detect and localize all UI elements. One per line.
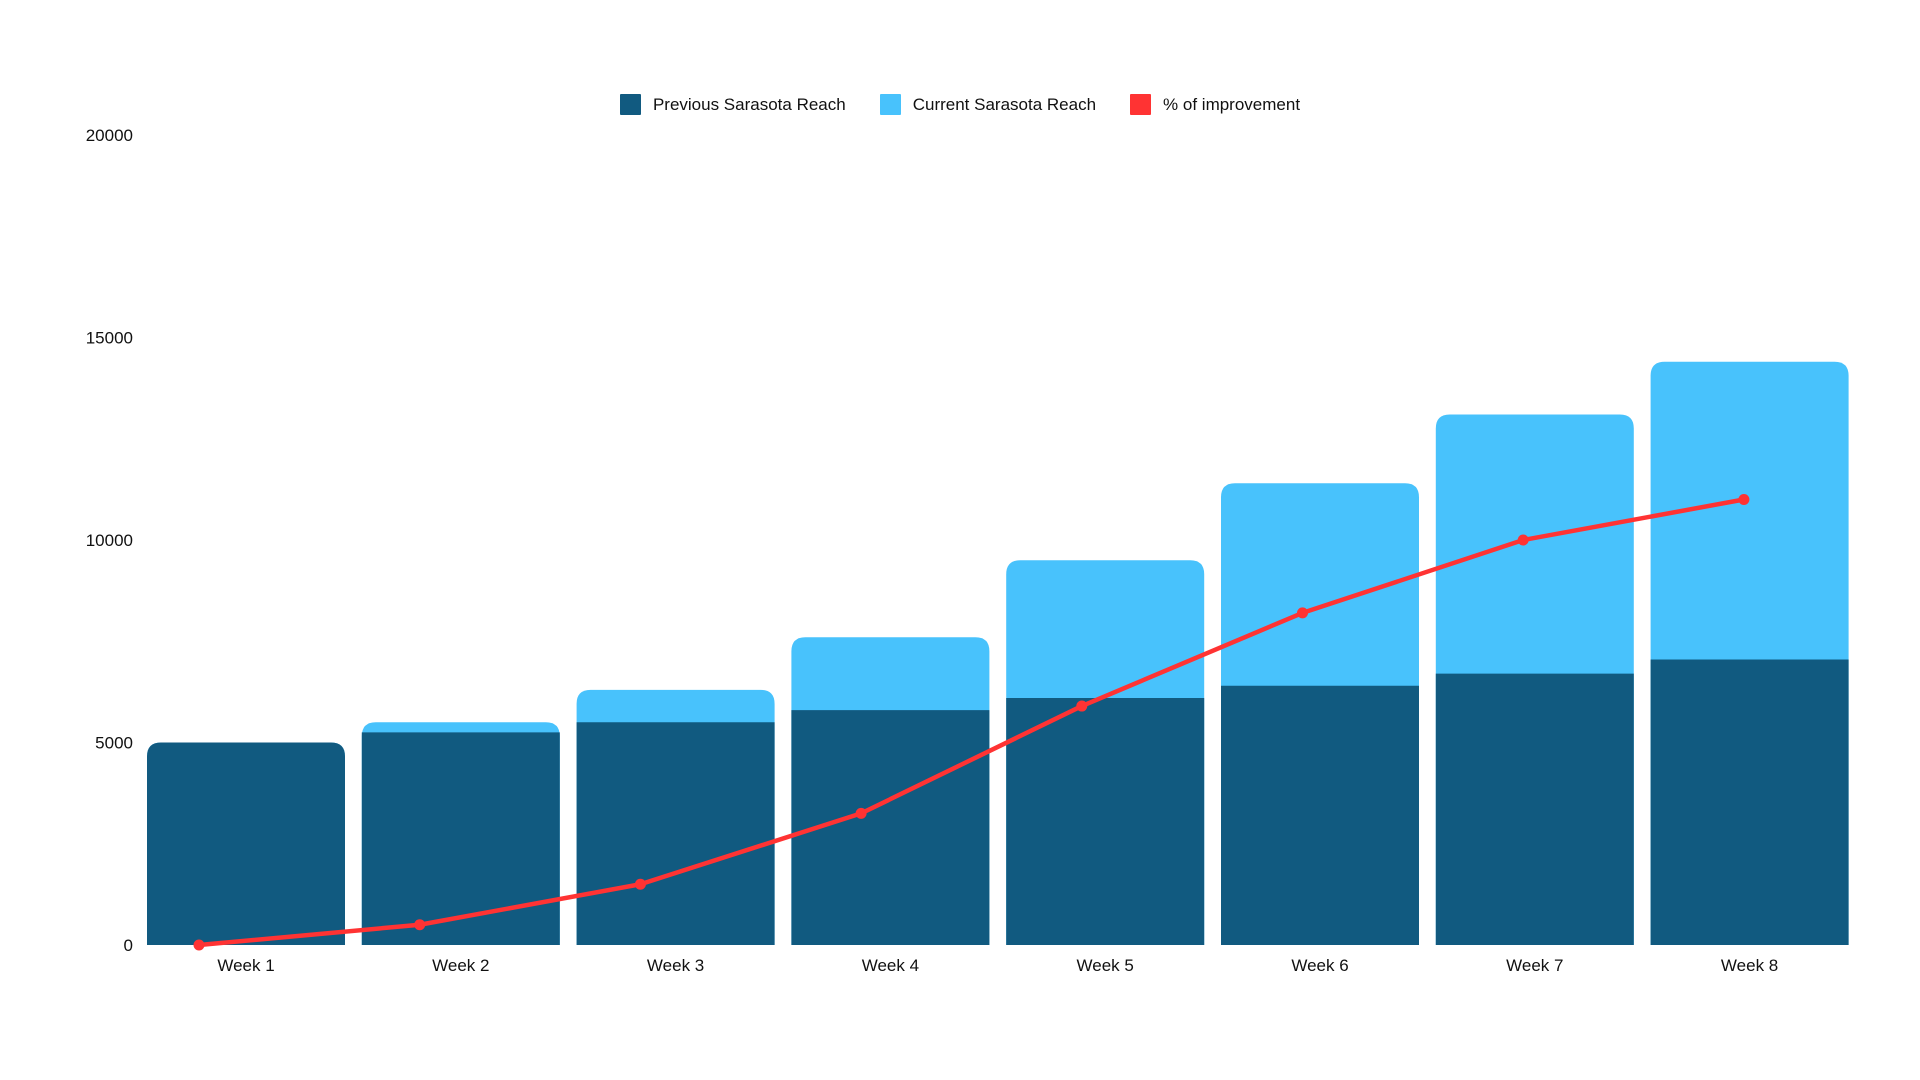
- improvement-point[interactable]: [1297, 607, 1308, 619]
- bar-previous[interactable]: [361, 732, 560, 945]
- bar-previous[interactable]: [1435, 673, 1634, 945]
- chart-plot: 05000100001500020000 Week 1 Week 2 Week 3W…: [86, 126, 1849, 975]
- y-tick-label: 15000: [86, 329, 133, 348]
- y-tick-label: 0: [124, 936, 133, 955]
- x-tick-label: Week 4: [862, 956, 919, 975]
- bar-previous[interactable]: [147, 742, 345, 946]
- improvement-point[interactable]: [1517, 534, 1529, 546]
- x-tick-label: Week 3: [647, 956, 704, 975]
- x-axis: Week 1 Week 2 Week 3 Week 4 Week 5 Week 6 Week…: [217, 956, 1778, 975]
- x-tick-label: Week 6: [1291, 956, 1348, 975]
- improvement-point[interactable]: [855, 807, 867, 819]
- improvement-point[interactable]: [1076, 700, 1088, 712]
- y-tick-label: 10000: [86, 531, 133, 550]
- improvement-point[interactable]: [414, 919, 426, 931]
- x-tick-label: Week 8: [1721, 956, 1778, 975]
- improvement-point[interactable]: [634, 878, 646, 890]
- y-tick-label: 5000: [95, 734, 133, 753]
- x-tick-label: Week 1: [217, 956, 274, 975]
- x-tick-label: Week 7: [1506, 956, 1563, 975]
- improvement-point[interactable]: [193, 939, 205, 951]
- x-tick-label: Week 2: [432, 956, 489, 975]
- improvement-point[interactable]: [1738, 494, 1750, 505]
- bar-previous[interactable]: [576, 722, 775, 945]
- x-tick-label: Week 5: [1077, 956, 1134, 975]
- bar-previous[interactable]: [1006, 697, 1205, 945]
- y-tick-label: 20000: [86, 126, 133, 145]
- bar-previous[interactable]: [1650, 659, 1849, 945]
- y-axis: 0 5000 10000 15000 20000: [86, 126, 133, 955]
- bars-previous: [147, 659, 1849, 945]
- bar-previous[interactable]: [1221, 685, 1419, 945]
